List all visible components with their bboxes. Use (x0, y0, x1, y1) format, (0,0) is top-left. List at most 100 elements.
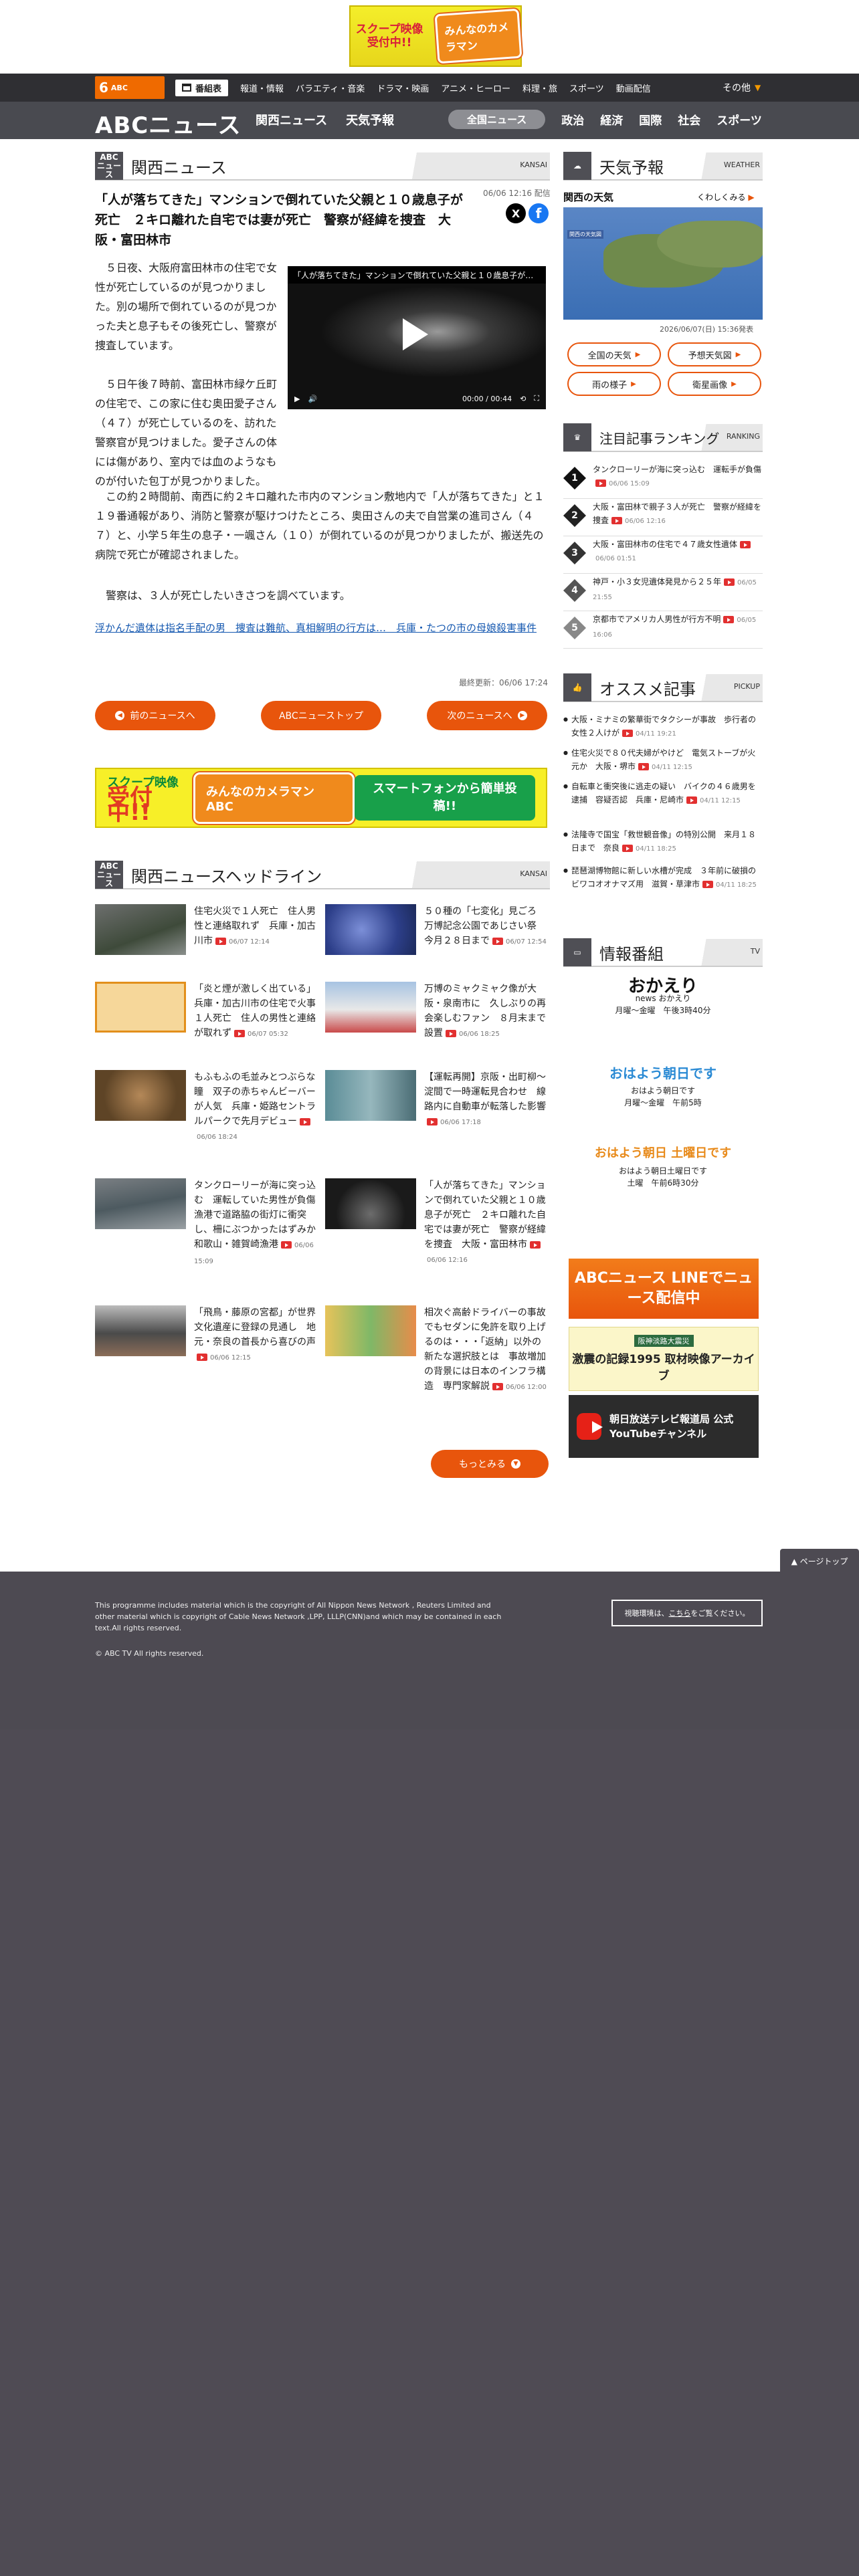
abc-tv-logo[interactable]: 6 ABC (95, 76, 165, 99)
headline-item[interactable]: 相次ぐ高齢ドライバーの事故 でもセダンに免許を取り上げるのは・・・「返納」以外の… (325, 1305, 555, 1406)
video-icon (234, 1029, 245, 1037)
page-top-button[interactable]: ▲ ページトップ (780, 1549, 859, 1573)
video-icon (530, 1241, 541, 1249)
pickup-item[interactable]: 大阪・ミナミの繁華街でタクシーが事故 歩行者の女性２人けが04/11 19:21 (563, 713, 763, 741)
more-button[interactable]: もっとみる ▼ (431, 1450, 549, 1478)
pickup-item[interactable]: 住宅火災で８０代夫婦がやけど 電気ストーブが火元か 大阪・堺市04/11 12:… (563, 746, 763, 774)
abc-news-logo[interactable]: ABCニュース (95, 107, 241, 140)
global-nav-variety[interactable]: バラエティ・音楽 (296, 82, 365, 94)
article-paragraph-4: 警察は、３人が死亡したいきさつを調べています。 (106, 589, 351, 602)
share-x-icon[interactable]: X (506, 203, 526, 223)
rank-title: 神戸・小３女児遺体発見から２５年 (593, 577, 722, 586)
headline-item[interactable]: 「炎と煙が激しく出ている」兵庫・加古川市の住宅で火事１人死亡 住人の男性と連絡が… (95, 982, 320, 1062)
nav-sports[interactable]: スポーツ (717, 111, 762, 128)
scoop-banner-ad[interactable]: スクープ映像 受付中!! みんなのカメラマン ABC スマートフォンから簡単投稿!… (95, 768, 547, 828)
play-button-icon[interactable]: ▶ (294, 395, 300, 403)
forecast-map-label: 予想天気図 (688, 350, 732, 361)
tv-guide-button[interactable]: 番組表 (175, 79, 229, 96)
volume-icon[interactable]: 🔊 (308, 395, 317, 403)
logo-abc: ABC (110, 83, 128, 92)
nationwide-weather-button[interactable]: 全国の天気 ▶ (567, 342, 661, 366)
video-player[interactable]: 「人が落ちてきた」マンションで倒れていた父親と１０歳息子が… ▶ 🔊 00:00… (288, 266, 546, 409)
fullscreen-icon[interactable]: ⛶ (534, 394, 539, 403)
global-nav-sports[interactable]: スポーツ (569, 82, 604, 94)
pickup-item[interactable]: 法隆寺で国宝「救世観音像」の特別公開 来月１８日まで 奈良04/11 18:25 (563, 828, 763, 856)
headline-date: 06/06 17:18 (440, 1119, 481, 1126)
nav-weather[interactable]: 天気予報 (346, 111, 394, 128)
satellite-button[interactable]: 衛星画像 ▶ (668, 372, 761, 396)
global-nav-cooking[interactable]: 料理・旅 (522, 82, 557, 94)
nav-society[interactable]: 社会 (678, 111, 700, 128)
video-icon (300, 1117, 310, 1125)
ranking-title: 注目記事ランキング (599, 430, 720, 447)
rank-text: 神戸・小３女児遺体発見から２５年 06/05 21:55 (593, 575, 763, 605)
programs-title: 情報番組 (599, 944, 664, 964)
video-icon (622, 845, 634, 852)
ranking-item[interactable]: 3 大阪・富田林市の住宅で４７歳女性遺体 06/06 01:51 (563, 536, 763, 574)
article-paragraph-1: ５日夜、大阪府富田林市の住宅で女性が死亡しているのが見つかりました。別の場所で倒… (95, 261, 278, 352)
headline-item[interactable]: ５０種の「七変化」見ごろ 万博記念公園であじさい祭 今月２８日まで 06/07 1… (325, 904, 550, 984)
video-icon (686, 796, 698, 804)
rank-badge: 2 (563, 504, 586, 527)
rain-button[interactable]: 雨の様子 ▶ (567, 372, 661, 396)
headline-item[interactable]: 【運転再開】京阪・出町柳～淀間で一時運転見合わせ 線路内に自動車が転落した影響 0… (325, 1070, 550, 1150)
prev-news-button[interactable]: ◀ 前のニュースへ (95, 701, 215, 730)
news-top-button[interactable]: ABCニューストップ (261, 701, 381, 730)
rank-badge: 1 (563, 467, 586, 490)
program-item[interactable]: おはよう朝日 土曜日です おはよう朝日土曜日です 土曜 午前6時30分 (563, 1148, 763, 1189)
global-nav-anime[interactable]: アニメ・ヒーロー (441, 82, 510, 94)
headline-item[interactable]: 万博のミャクミャク像が大阪・泉南市に 久しぶりの再会楽しむファン ８月末まで設置… (325, 982, 550, 1062)
headline-item[interactable]: 「飛鳥・藤原の宮都」が世界文化遺産に登録の見通し 地元・奈良の首長から喜びの声 0… (95, 1305, 320, 1386)
weather-map[interactable]: 関西の天気図 (563, 207, 763, 320)
headline-item[interactable]: 「人が落ちてきた」マンションで倒れていた父親と１０歳息子が死亡 ２キロ離れた自宅… (325, 1178, 550, 1272)
headline-thumbnail (95, 1070, 186, 1121)
pickup-item[interactable]: 琵琶湖博物館に新しい水槽が完成 ３年前に破損のビワコオオナマズ用 滋賀・草津市0… (563, 864, 763, 892)
video-icon (446, 1029, 456, 1037)
weather-detail-link[interactable]: くわしくみる ▶ (697, 191, 755, 203)
share-facebook-icon[interactable]: f (529, 203, 549, 223)
global-nav-other[interactable]: その他 ▼ (723, 74, 761, 102)
kansai-news-header: ABC ニュース 関西ニュース KANSAI (95, 152, 550, 181)
play-icon[interactable] (403, 318, 428, 350)
program-item[interactable]: おはよう朝日です おはよう朝日です 月曜～金曜 午前5時 (563, 1067, 763, 1109)
rank-text: タンクローリーが海に突っ込む 運転手が負傷 06/06 15:09 (593, 463, 763, 491)
youtube-channel-banner[interactable]: 朝日放送テレビ報道局 公式YouTubeチャンネル (569, 1395, 759, 1458)
video-icon (611, 517, 623, 524)
video-icon (702, 881, 714, 888)
viewing-env-link[interactable]: こちら (669, 1608, 691, 1618)
nav-international[interactable]: 国際 (639, 111, 662, 128)
more-label: もっとみる (459, 1459, 506, 1470)
nav-national-news[interactable]: 全国ニュース (448, 110, 546, 129)
ranking-item[interactable]: 4 神戸・小３女児遺体発見から２５年 06/05 21:55 (563, 574, 763, 611)
forecast-map-button[interactable]: 予想天気図 ▶ (668, 342, 761, 366)
ranking-item[interactable]: 5 京都市でアメリカ人男性が行方不明 06/05 16:06 (563, 611, 763, 649)
article-paragraph-2: ５日午後７時前、富田林市緑ケ丘町の住宅で、この家に住む奥田愛子さん（４７）が死亡… (95, 378, 278, 488)
nav-economy[interactable]: 経済 (600, 111, 623, 128)
headline-date: 06/06 18:24 (197, 1134, 237, 1141)
headline-thumbnail (325, 1070, 416, 1121)
program-item[interactable]: おかえり news おかえり 月曜～金曜 午後3時40分 (563, 978, 763, 1016)
related-article-link[interactable]: 浮かんだ遺体は指名手配の男 捜査は難航、真相解明の行方は… 兵庫・たつの市の母娘… (95, 619, 550, 637)
headline-item[interactable]: もふもふの毛並みとつぶらな瞳 双子の赤ちゃんビーバーが人気 兵庫・姫路セントラル… (95, 1070, 320, 1150)
top-banner-ad[interactable]: スクープ映像受付中!! みんなのカメラマン (349, 5, 522, 67)
nav-politics[interactable]: 政治 (561, 111, 584, 128)
pickup-en-label: PICKUP (733, 682, 760, 691)
archive-banner[interactable]: 阪神淡路大震災 激震の記録1995 取材映像アーカイブ (569, 1327, 759, 1391)
headline-date: 06/07 12:54 (506, 938, 547, 946)
global-nav-video[interactable]: 動画配信 (616, 82, 651, 94)
ranking-item[interactable]: 1 タンクローリーが海に突っ込む 運転手が負傷 06/06 15:09 (563, 461, 763, 499)
pickup-item[interactable]: 自転車と衝突後に逃走の疑い バイクの４６歳男を逮捕 容疑否認 兵庫・尼崎市04/… (563, 780, 763, 808)
headline-item[interactable]: 住宅火災で１人死亡 住人男性と連絡取れず 兵庫・加古川市 06/07 12:14 (95, 904, 320, 984)
next-news-button[interactable]: 次のニュースへ ▶ (427, 701, 547, 730)
rank-date: 06/06 15:09 (609, 480, 650, 488)
rank-text: 京都市でアメリカ人男性が行方不明 06/05 16:06 (593, 613, 763, 642)
nav-kansai-news[interactable]: 関西ニュース (256, 111, 327, 128)
replay-icon[interactable]: ⟲ (520, 395, 526, 403)
headline-item[interactable]: タンクローリーが海に突っ込む 運転していた男性が負傷 漁港で道路脇の街灯に衝突し… (95, 1178, 325, 1272)
rank-badge: 3 (563, 542, 586, 564)
weather-detail-label: くわしくみる (697, 193, 746, 202)
global-nav-news[interactable]: 報道・情報 (240, 82, 284, 94)
ranking-item[interactable]: 2 大阪・富田林で親子３人が死亡 警察が経緯を捜査 06/06 12:16 (563, 499, 763, 536)
global-nav-drama[interactable]: ドラマ・映画 (377, 82, 429, 94)
line-news-banner[interactable]: ABCニュース LINEでニュース配信中 (569, 1259, 759, 1319)
